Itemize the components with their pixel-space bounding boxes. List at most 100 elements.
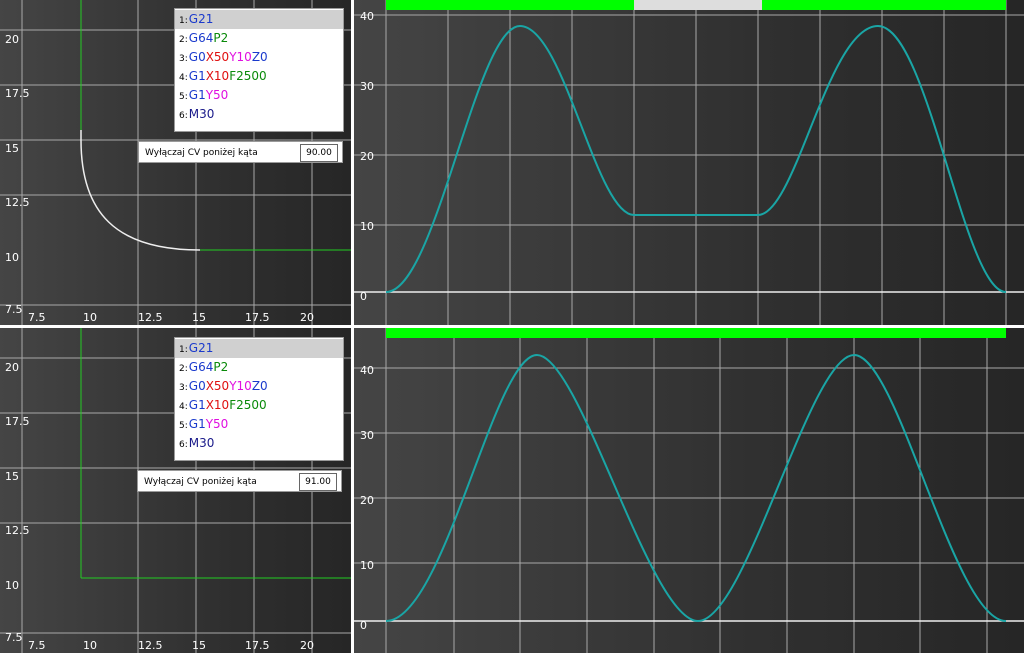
gcode-token: G0 xyxy=(188,50,206,64)
segment-bar xyxy=(634,0,762,10)
gcode-line-number: 6: xyxy=(179,111,188,121)
x-tick: 10 xyxy=(83,311,97,324)
gcode-line[interactable]: 2:G64P2 xyxy=(175,29,343,48)
bottom-velocity-grid xyxy=(354,328,1024,653)
cv-angle-input[interactable]: 90.00 xyxy=(300,144,338,162)
gcode-token: Y50 xyxy=(205,88,229,102)
gcode-line-number: 5: xyxy=(179,421,188,431)
gcode-token: F2500 xyxy=(229,69,267,83)
x-tick: 20 xyxy=(300,311,314,324)
y-tick: 0 xyxy=(360,619,367,632)
cv-angle-label: Wyłączaj CV poniżej kąta xyxy=(145,148,258,158)
y-tick: 10 xyxy=(360,220,374,233)
x-tick: 12.5 xyxy=(138,311,163,324)
gcode-token: G64 xyxy=(188,360,214,374)
segment-bar xyxy=(386,328,1006,338)
segment-bar xyxy=(762,0,1006,10)
x-tick: 17.5 xyxy=(245,311,270,324)
y-tick: 40 xyxy=(360,364,374,377)
y-tick: 20 xyxy=(5,361,19,374)
gcode-line[interactable]: 6:M30 xyxy=(175,434,343,453)
gcode-token: F2500 xyxy=(229,398,267,412)
gcode-line[interactable]: 3:G0X50Y10Z0 xyxy=(175,377,343,396)
x-tick: 7.5 xyxy=(28,311,46,324)
gcode-token: M30 xyxy=(188,436,215,450)
gcode-line-number: 1: xyxy=(179,345,188,355)
gcode-line-number: 3: xyxy=(179,54,188,64)
gcode-token: G1 xyxy=(188,69,206,83)
y-tick: 17.5 xyxy=(5,415,30,428)
gcode-line-number: 2: xyxy=(179,35,188,45)
gcode-token: Y10 xyxy=(229,379,252,393)
gcode-token: Y10 xyxy=(229,50,252,64)
gcode-line[interactable]: 5:G1Y50 xyxy=(175,86,343,105)
gcode-token: G21 xyxy=(188,341,214,355)
gcode-line[interactable]: 3:G0X50Y10Z0 xyxy=(175,48,343,67)
bottom-velocity-chart: 40 30 20 10 0 xyxy=(354,328,1024,653)
top-velocity-chart: 40 30 20 10 0 xyxy=(354,0,1024,325)
gcode-line[interactable]: 5:G1Y50 xyxy=(175,415,343,434)
cv-angle-input[interactable]: 91.00 xyxy=(299,473,337,491)
y-tick: 12.5 xyxy=(5,196,30,209)
gcode-token: G0 xyxy=(188,379,206,393)
gcode-line[interactable]: 2:G64P2 xyxy=(175,358,343,377)
cv-angle-setting: Wyłączaj CV poniżej kąta 91.00 xyxy=(137,470,342,492)
gcode-token: Z0 xyxy=(251,379,268,393)
y-tick: 20 xyxy=(360,150,374,163)
bottom-toolpath-view[interactable]: 20 17.5 15 12.5 10 7.5 7.5 10 12.5 15 17… xyxy=(0,328,351,653)
cv-angle-setting: Wyłączaj CV poniżej kąta 90.00 xyxy=(138,141,343,163)
gcode-line-number: 3: xyxy=(179,383,188,393)
y-tick: 15 xyxy=(5,142,19,155)
top-toolpath-view[interactable]: 20 17.5 15 12.5 10 7.5 7.5 10 12.5 15 17… xyxy=(0,0,351,325)
x-tick: 10 xyxy=(83,639,97,652)
x-tick: 15 xyxy=(192,639,206,652)
gcode-token: X50 xyxy=(205,379,230,393)
gcode-token: G1 xyxy=(188,398,206,412)
y-tick: 7.5 xyxy=(5,303,23,316)
gcode-token: X10 xyxy=(205,398,230,412)
gcode-line-number: 1: xyxy=(179,16,188,26)
gcode-token: X50 xyxy=(205,50,230,64)
x-tick: 20 xyxy=(300,639,314,652)
segment-bar xyxy=(386,0,634,10)
x-tick: 7.5 xyxy=(28,639,46,652)
gcode-line[interactable]: 4:G1X10F2500 xyxy=(175,67,343,86)
y-tick: 10 xyxy=(5,251,19,264)
gcode-token: P2 xyxy=(213,31,229,45)
gcode-line[interactable]: 1:G21 xyxy=(175,339,343,358)
gcode-line-number: 6: xyxy=(179,440,188,450)
gcode-token: G21 xyxy=(188,12,214,26)
gcode-token: G1 xyxy=(188,88,206,102)
y-tick: 30 xyxy=(360,80,374,93)
gcode-line[interactable]: 4:G1X10F2500 xyxy=(175,396,343,415)
y-tick: 12.5 xyxy=(5,524,30,537)
x-tick: 15 xyxy=(192,311,206,324)
y-tick: 20 xyxy=(5,33,19,46)
y-tick: 15 xyxy=(5,470,19,483)
y-tick: 7.5 xyxy=(5,631,23,644)
gcode-token: G1 xyxy=(188,417,206,431)
gcode-token: G64 xyxy=(188,31,214,45)
gcode-line[interactable]: 6:M30 xyxy=(175,105,343,124)
x-tick: 12.5 xyxy=(138,639,163,652)
gcode-token: Y50 xyxy=(205,417,229,431)
y-tick: 10 xyxy=(5,579,19,592)
y-tick: 20 xyxy=(360,494,374,507)
gcode-line-number: 2: xyxy=(179,364,188,374)
gcode-token: P2 xyxy=(213,360,229,374)
y-tick: 40 xyxy=(360,10,374,23)
gcode-line-number: 4: xyxy=(179,73,188,83)
gcode-line-number: 4: xyxy=(179,402,188,412)
gcode-line[interactable]: 1:G21 xyxy=(175,10,343,29)
velocity-curve xyxy=(385,353,1007,623)
gcode-token: M30 xyxy=(188,107,215,121)
gcode-token: X10 xyxy=(205,69,230,83)
gcode-token: Z0 xyxy=(251,50,268,64)
gcode-line-number: 5: xyxy=(179,92,188,102)
y-tick: 0 xyxy=(360,290,367,303)
x-tick: 17.5 xyxy=(245,639,270,652)
top-velocity-grid xyxy=(354,0,1024,325)
gcode-listing[interactable]: 1:G21 2:G64P2 3:G0X50Y10Z0 4:G1X10F2500 5:G1… xyxy=(174,8,344,132)
y-tick: 10 xyxy=(360,559,374,572)
gcode-listing[interactable]: 1:G21 2:G64P2 3:G0X50Y10Z0 4:G1X10F2500 5:G1… xyxy=(174,337,344,461)
